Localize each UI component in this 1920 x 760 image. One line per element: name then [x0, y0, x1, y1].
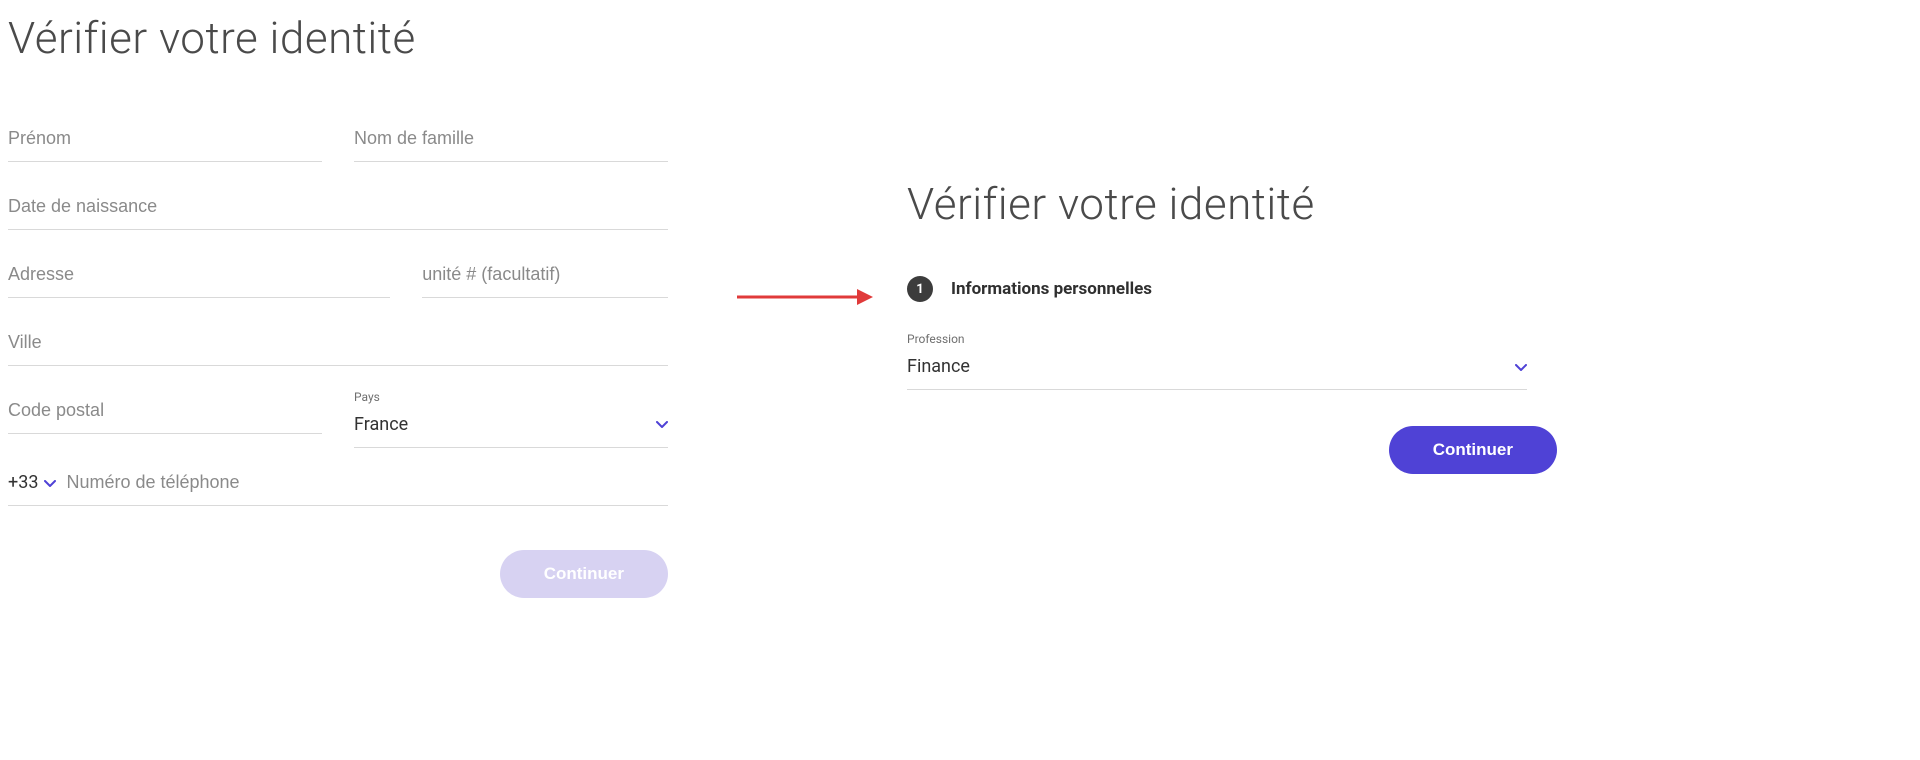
first-name-field[interactable] [8, 118, 322, 162]
profession-label: Profession [907, 332, 1557, 346]
chevron-down-icon [44, 472, 56, 493]
chevron-down-icon [1515, 357, 1527, 376]
arrow-annotation [735, 282, 875, 312]
country-label: Pays [354, 390, 668, 404]
dob-field[interactable] [8, 186, 668, 230]
phone-field[interactable] [66, 472, 668, 493]
country-code-select[interactable]: +33 [8, 472, 56, 493]
page-title: Vérifier votre identité [907, 178, 1557, 230]
step-header: 1 Informations personnelles [907, 276, 1557, 302]
unit-field[interactable] [422, 254, 668, 298]
page-title: Vérifier votre identité [8, 12, 668, 64]
country-value: France [354, 414, 408, 435]
city-field[interactable] [8, 322, 668, 366]
step-number-badge: 1 [907, 276, 933, 302]
postal-code-field[interactable] [8, 390, 322, 434]
profession-select[interactable]: Finance [907, 352, 1527, 390]
continue-button[interactable]: Continuer [1389, 426, 1557, 474]
profession-value: Finance [907, 356, 970, 377]
last-name-field[interactable] [354, 118, 668, 162]
identity-form-step1: Vérifier votre identité [8, 12, 668, 598]
continue-button[interactable]: Continuer [500, 550, 668, 598]
chevron-down-icon [656, 417, 668, 433]
identity-form-step2: Vérifier votre identité 1 Informations p… [907, 178, 1557, 474]
country-code-value: +33 [8, 472, 38, 493]
address-field[interactable] [8, 254, 390, 298]
step-label: Informations personnelles [951, 279, 1152, 299]
country-select[interactable]: France [354, 408, 668, 448]
